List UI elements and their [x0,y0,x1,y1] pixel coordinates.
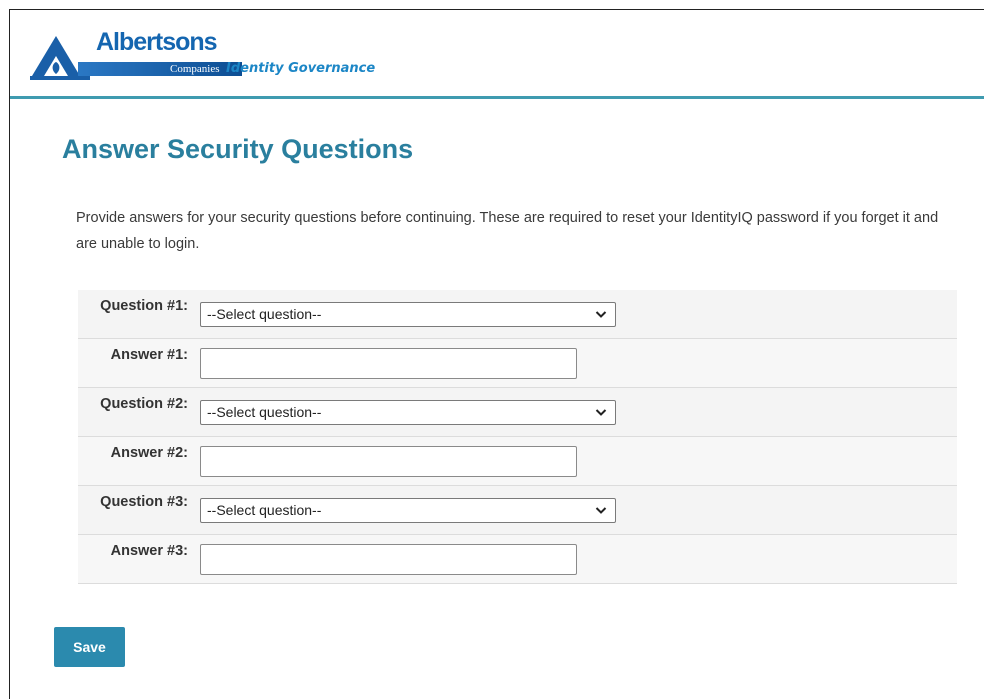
answer-1-label: Answer #1: [110,347,188,363]
logo-companies-text: Companies [170,63,220,75]
question-3-select[interactable]: --Select question-- [200,498,616,523]
question-2-select[interactable]: --Select question-- [200,400,616,425]
chevron-down-icon [595,507,607,514]
page-title: Answer Security Questions [62,134,414,164]
header-divider [10,96,984,99]
question-3-label: Question #3: [100,494,188,510]
answer-3-input[interactable] [200,544,577,575]
question-1-label: Question #1: [100,298,188,314]
question-2-label: Question #2: [100,396,188,412]
question-2-selected-value: --Select question-- [207,404,322,420]
answer-2-label: Answer #2: [110,445,188,461]
logo-brand-name: Albertsons [96,28,218,56]
question-3-selected-value: --Select question-- [207,502,322,518]
question-row-1: Question #1: --Select question-- [78,290,957,339]
answer-row-3: Answer #3: [78,535,957,584]
question-row-3: Question #3: --Select question-- [78,486,957,535]
header: Albertsons Companies Identity Governance [10,10,984,96]
answer-row-2: Answer #2: [78,437,957,486]
answer-3-label: Answer #3: [110,543,188,559]
question-1-selected-value: --Select question-- [207,306,322,322]
security-questions-form: Question #1: --Select question-- Answer … [78,290,957,584]
answer-2-input[interactable] [200,446,577,477]
chevron-down-icon [595,311,607,318]
save-button[interactable]: Save [54,627,125,667]
question-1-select[interactable]: --Select question-- [200,302,616,327]
intro-text: Provide answers for your security questi… [76,210,939,252]
question-row-2: Question #2: --Select question-- [78,388,957,437]
product-name: Identity Governance [226,61,376,76]
answer-row-1: Answer #1: [78,339,957,388]
chevron-down-icon [595,409,607,416]
answer-1-input[interactable] [200,348,577,379]
